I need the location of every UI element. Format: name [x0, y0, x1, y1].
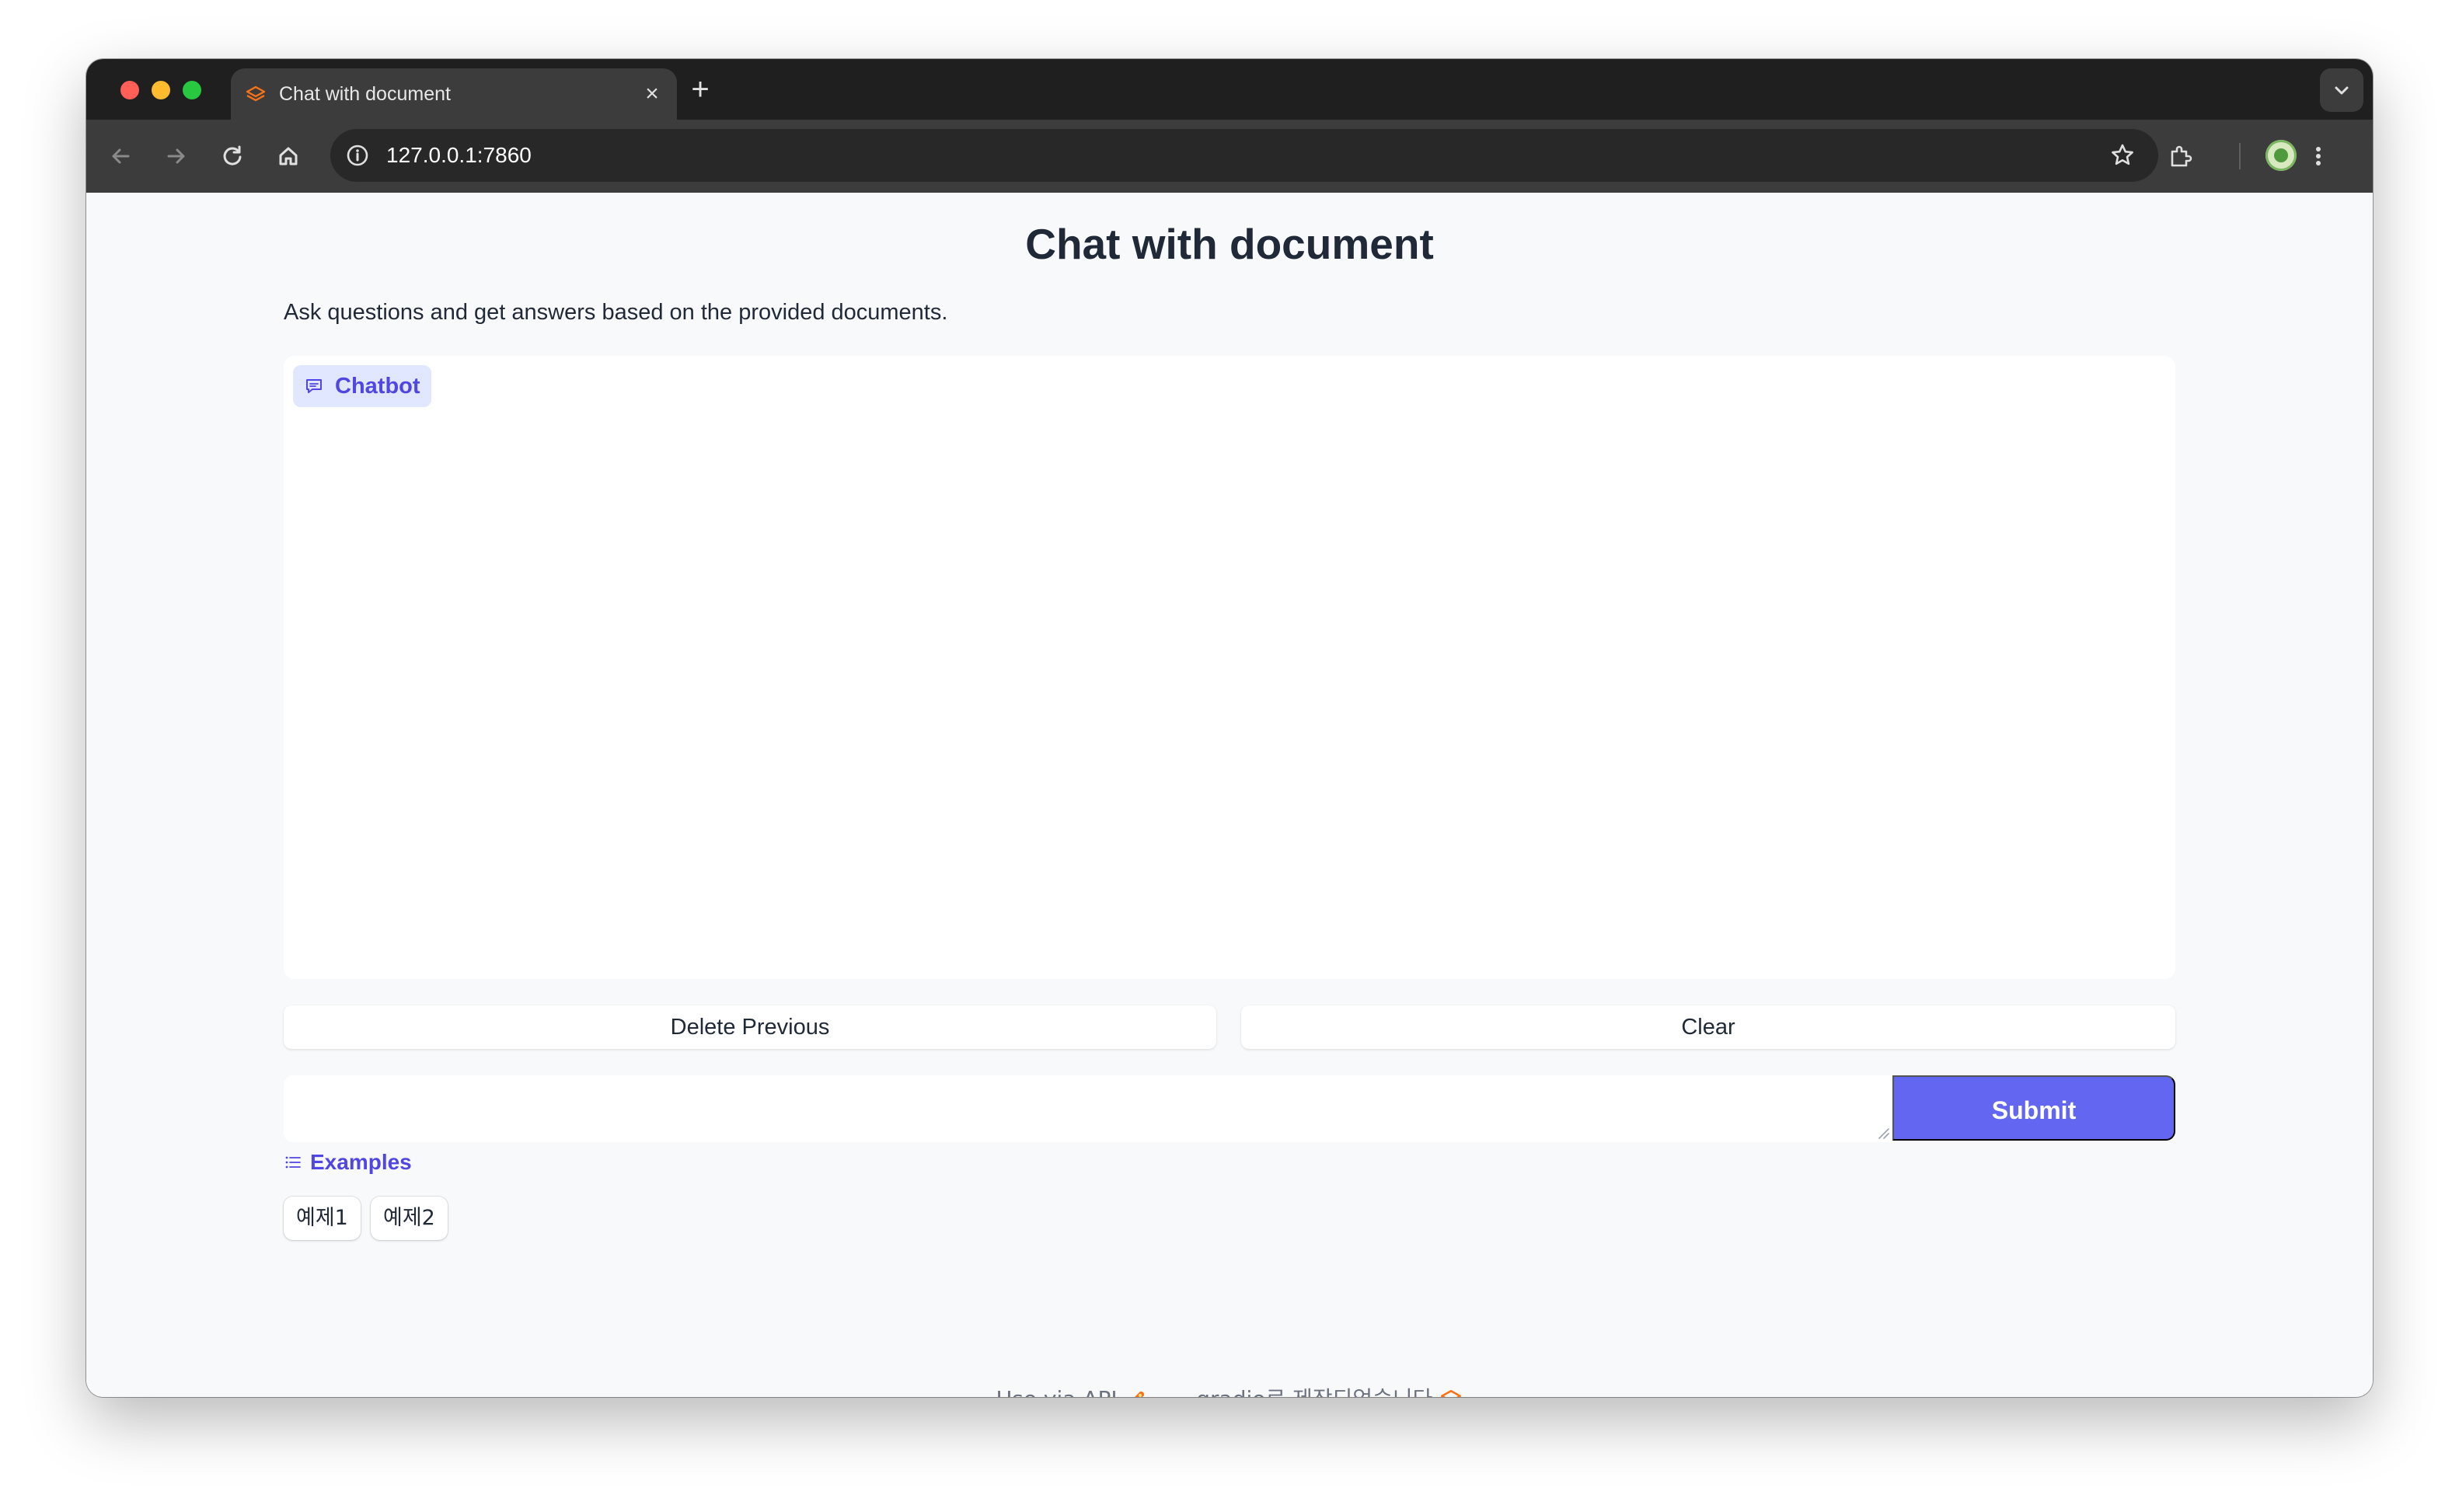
footer-separator: ·	[1168, 1386, 1175, 1397]
close-window-button[interactable]	[120, 81, 139, 99]
chatbot-panel[interactable]: Chatbot	[284, 356, 2175, 979]
chatbot-label: Chatbot	[293, 365, 431, 407]
use-via-api-link[interactable]: Use via API	[996, 1386, 1118, 1397]
profile-avatar[interactable]	[2265, 140, 2297, 171]
tab-strip: Chat with document × +	[86, 59, 2373, 120]
menu-icon[interactable]	[2303, 141, 2334, 172]
chevron-down-icon	[2335, 86, 2349, 95]
clear-button[interactable]: Clear	[1241, 1005, 2175, 1049]
gradio-logo-icon	[246, 85, 266, 102]
back-icon[interactable]	[105, 141, 136, 172]
extensions-icon[interactable]	[2164, 141, 2196, 172]
footer: Use via API · gradio로 제작되었습니다	[86, 1385, 2373, 1397]
site-info-icon[interactable]	[343, 141, 372, 170]
gradio-logo-icon	[1441, 1390, 1462, 1397]
submit-button[interactable]: Submit	[1892, 1075, 2175, 1141]
reload-icon[interactable]	[217, 141, 248, 172]
resize-handle-icon[interactable]	[1877, 1127, 1889, 1139]
home-icon[interactable]	[273, 141, 304, 172]
examples-label: Examples	[284, 1147, 412, 1178]
browser-toolbar: 127.0.0.1:7860	[86, 120, 2373, 193]
built-with-gradio-link[interactable]: gradio로 제작되었습니다	[1196, 1386, 1432, 1397]
chat-bubble-icon	[306, 379, 322, 393]
rocket-icon	[1134, 1392, 1144, 1397]
tab-search-button[interactable]	[2320, 68, 2363, 112]
page-content: Chat with document Ask questions and get…	[86, 193, 2373, 1397]
tab-close-icon[interactable]: ×	[638, 80, 666, 108]
bookmark-star-icon[interactable]	[2107, 140, 2138, 171]
examples-label-text: Examples	[310, 1150, 412, 1174]
page-description: Ask questions and get answers based on t…	[284, 300, 948, 325]
forward-icon[interactable]	[161, 141, 192, 172]
example-chip-1[interactable]: 예제1	[284, 1197, 361, 1240]
tab-title: Chat with document	[279, 83, 451, 105]
maximize-window-button[interactable]	[183, 81, 201, 99]
new-tab-button[interactable]: +	[686, 74, 714, 105]
chatbot-label-text: Chatbot	[335, 373, 420, 399]
toolbar-divider	[2239, 143, 2241, 169]
minimize-window-button[interactable]	[152, 81, 170, 99]
address-bar[interactable]: 127.0.0.1:7860	[330, 129, 2158, 182]
example-chip-2[interactable]: 예제2	[371, 1197, 448, 1240]
page-title: Chat with document	[1025, 220, 1434, 268]
list-icon	[285, 1156, 301, 1169]
url-text: 127.0.0.1:7860	[386, 143, 532, 167]
message-input[interactable]	[284, 1075, 1892, 1142]
browser-tab[interactable]: Chat with document ×	[231, 68, 677, 120]
delete-previous-button[interactable]: Delete Previous	[284, 1005, 1216, 1049]
browser-window: Chat with document × + 127.0.0.1:7860 Ch…	[86, 59, 2373, 1397]
